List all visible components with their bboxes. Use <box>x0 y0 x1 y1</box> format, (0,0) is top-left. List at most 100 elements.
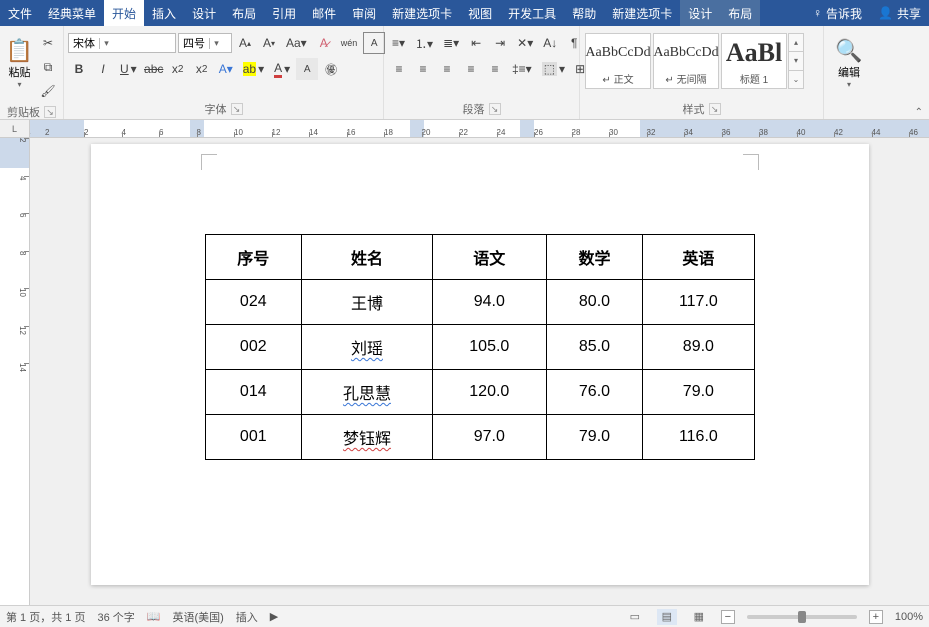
page-indicator[interactable]: 第 1 页，共 1 页 <box>6 609 85 625</box>
italic-button[interactable]: I <box>92 58 114 80</box>
table-header[interactable]: 姓名 <box>302 235 433 280</box>
bullet-list-button[interactable]: ≡▾ <box>388 32 409 54</box>
spellcheck-icon[interactable]: 📖 <box>147 610 161 623</box>
zoom-level[interactable]: 100% <box>895 611 923 623</box>
font-launcher[interactable]: ↘ <box>231 103 243 115</box>
table-row[interactable]: 024王博94.080.0117.0 <box>205 280 754 325</box>
asian-layout-button[interactable]: ✕▾ <box>513 32 537 54</box>
table-cell[interactable]: 85.0 <box>546 325 643 370</box>
table-cell[interactable]: 79.0 <box>546 415 643 460</box>
menu-insert[interactable]: 插入 <box>144 0 184 26</box>
change-case-button[interactable]: Aa▾ <box>282 32 311 54</box>
table-cell[interactable]: 001 <box>205 415 302 460</box>
table-cell[interactable]: 79.0 <box>643 370 754 415</box>
menu-table-layout[interactable]: 布局 <box>720 0 760 26</box>
table-row[interactable]: 001梦钰辉97.079.0116.0 <box>205 415 754 460</box>
menu-newtab2[interactable]: 新建选项卡 <box>604 0 680 26</box>
web-layout-button[interactable]: ▦ <box>689 609 709 625</box>
multilevel-list-button[interactable]: ≣▾ <box>439 32 463 54</box>
table-cell[interactable]: 刘瑶 <box>302 325 433 370</box>
paragraph-launcher[interactable]: ↘ <box>489 103 501 115</box>
zoom-out-button[interactable]: − <box>721 610 735 624</box>
document-canvas[interactable]: 序号姓名语文数学英语 024王博94.080.0117.0002刘瑶105.08… <box>30 138 929 605</box>
char-border-button[interactable]: A <box>363 32 385 54</box>
table-cell[interactable]: 89.0 <box>643 325 754 370</box>
clipboard-launcher[interactable]: ↘ <box>44 106 56 118</box>
zoom-in-button[interactable]: + <box>869 610 883 624</box>
align-center-button[interactable]: ≡ <box>412 58 434 80</box>
print-layout-button[interactable]: ▤ <box>657 609 677 625</box>
menu-devtools[interactable]: 开发工具 <box>500 0 564 26</box>
menu-help[interactable]: 帮助 <box>564 0 604 26</box>
format-painter-button[interactable]: 🖌 <box>37 80 59 102</box>
table-header[interactable]: 序号 <box>205 235 302 280</box>
table-cell[interactable]: 117.0 <box>643 280 754 325</box>
find-button[interactable]: 🔍 编辑 ▾ <box>828 28 870 98</box>
text-effects-button[interactable]: A▾ <box>215 58 237 80</box>
table-cell[interactable]: 024 <box>205 280 302 325</box>
table-cell[interactable]: 97.0 <box>432 415 546 460</box>
tell-me[interactable]: ♀告诉我 <box>805 0 870 26</box>
copy-button[interactable]: ⧉ <box>37 56 59 78</box>
table-row[interactable]: 014孔思慧120.076.079.0 <box>205 370 754 415</box>
language-indicator[interactable]: 英语(美国) <box>172 609 223 625</box>
table-header[interactable]: 数学 <box>546 235 643 280</box>
distribute-button[interactable]: ≡ <box>484 58 506 80</box>
align-right-button[interactable]: ≡ <box>436 58 458 80</box>
zoom-slider[interactable] <box>747 615 857 619</box>
table-cell[interactable]: 76.0 <box>546 370 643 415</box>
menu-classic[interactable]: 经典菜单 <box>40 0 104 26</box>
table-cell[interactable]: 孔思慧 <box>302 370 433 415</box>
menu-view[interactable]: 视图 <box>460 0 500 26</box>
sort-button[interactable]: A↓ <box>539 32 561 54</box>
menu-design[interactable]: 设计 <box>184 0 224 26</box>
underline-button[interactable]: U▾ <box>116 58 141 80</box>
vertical-ruler[interactable]: 2468101214 <box>0 138 30 605</box>
menu-table-design[interactable]: 设计 <box>680 0 720 26</box>
paste-button[interactable]: 📋 粘贴 ▾ <box>4 28 35 98</box>
strike-button[interactable]: abc <box>143 58 165 80</box>
table-cell[interactable]: 116.0 <box>643 415 754 460</box>
insert-mode[interactable]: 插入 <box>236 609 258 625</box>
enclose-char-button[interactable]: ㊝ <box>320 58 342 80</box>
shrink-font-button[interactable]: A▾ <box>258 32 280 54</box>
table-cell[interactable]: 王博 <box>302 280 433 325</box>
table-cell[interactable]: 105.0 <box>432 325 546 370</box>
font-size-combo[interactable]: 四号▾ <box>178 33 232 53</box>
menu-review[interactable]: 审阅 <box>344 0 384 26</box>
align-left-button[interactable]: ≡ <box>388 58 410 80</box>
line-spacing-button[interactable]: ‡≡▾ <box>508 58 536 80</box>
subscript-button[interactable]: x2 <box>167 58 189 80</box>
font-color-button[interactable]: A▾ <box>270 58 294 80</box>
clear-format-button[interactable]: A̷ <box>313 32 335 54</box>
table-cell[interactable]: 梦钰辉 <box>302 415 433 460</box>
macro-icon[interactable]: ▶ <box>270 610 278 623</box>
highlight-button[interactable]: ab▾ <box>239 58 268 80</box>
style-heading1[interactable]: AaBl标题 1 <box>721 33 787 89</box>
menu-newtab1[interactable]: 新建选项卡 <box>384 0 460 26</box>
menu-file[interactable]: 文件 <box>0 0 40 26</box>
menu-mail[interactable]: 邮件 <box>304 0 344 26</box>
read-mode-button[interactable]: ▭ <box>625 609 645 625</box>
table-cell[interactable]: 014 <box>205 370 302 415</box>
collapse-ribbon-button[interactable]: ⌃ <box>915 107 923 118</box>
menu-layout[interactable]: 布局 <box>224 0 264 26</box>
bold-button[interactable]: B <box>68 58 90 80</box>
table-cell[interactable]: 120.0 <box>432 370 546 415</box>
grow-font-button[interactable]: A▴ <box>234 32 256 54</box>
superscript-button[interactable]: x2 <box>191 58 213 80</box>
char-shading-button[interactable]: A <box>296 58 318 80</box>
table-header[interactable]: 语文 <box>432 235 546 280</box>
table-row[interactable]: 002刘瑶105.085.089.0 <box>205 325 754 370</box>
menu-start[interactable]: 开始 <box>104 0 144 26</box>
ruler-corner[interactable]: L <box>0 120 30 138</box>
table-header[interactable]: 英语 <box>643 235 754 280</box>
share-button[interactable]: 👤共享 <box>870 0 929 26</box>
data-table[interactable]: 序号姓名语文数学英语 024王博94.080.0117.0002刘瑶105.08… <box>205 234 755 460</box>
style-normal[interactable]: AaBbCcDd↵ 正文 <box>585 33 651 89</box>
menu-reference[interactable]: 引用 <box>264 0 304 26</box>
styles-launcher[interactable]: ↘ <box>709 103 721 115</box>
cut-button[interactable]: ✂ <box>37 32 59 54</box>
shading-button[interactable]: ⬚▾ <box>538 58 569 80</box>
decrease-indent-button[interactable]: ⇤ <box>465 32 487 54</box>
